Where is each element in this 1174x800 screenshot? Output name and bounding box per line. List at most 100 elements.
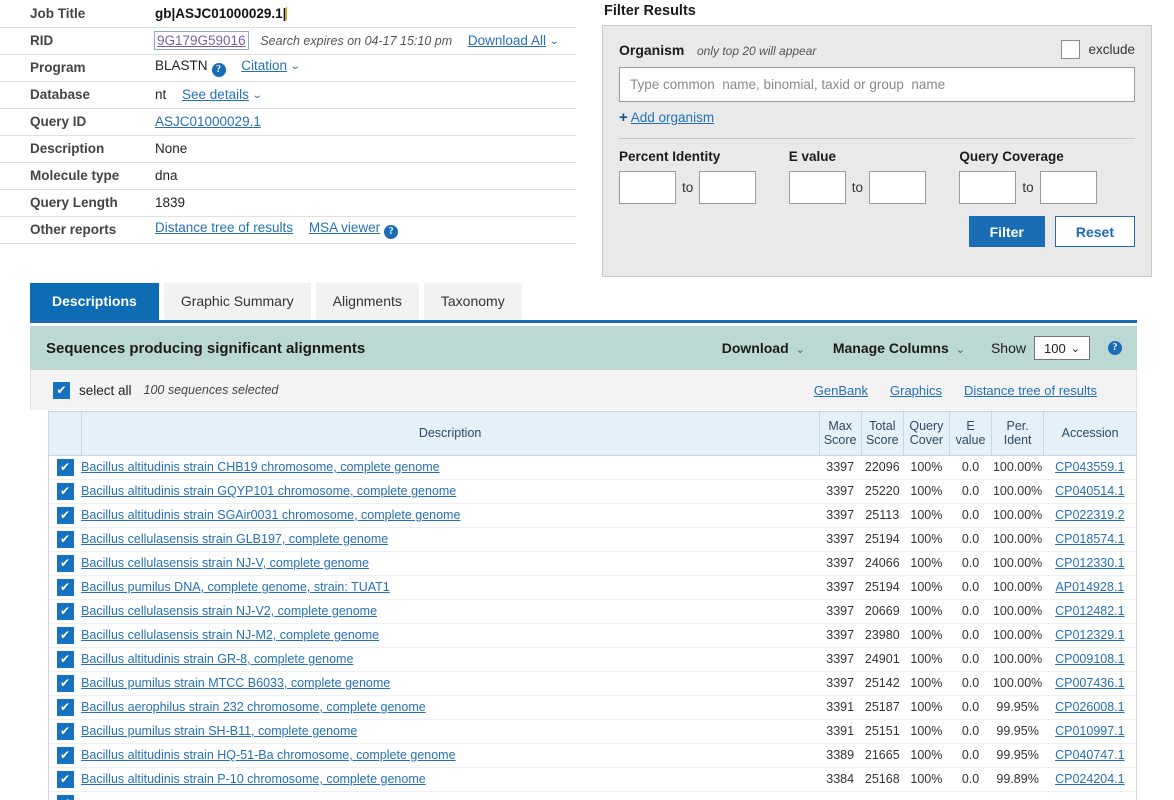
query-id-link[interactable]: ASJC01000029.1 [155,114,261,129]
chevron-down-icon[interactable]: ⌄ [252,90,263,101]
row-accession-link[interactable]: AP014928.1 [1055,580,1124,594]
row-accession-link[interactable]: CP018574.1 [1055,532,1125,546]
row-description-cell: Bacillus altitudinis strain P-10 chromos… [81,767,820,792]
row-accession-cell: CP043559.1 [1043,455,1136,480]
row-checkbox[interactable]: ✔ [56,482,74,500]
add-organism-link[interactable]: Add organism [631,110,714,125]
row-description-link[interactable]: Bacillus cellulasensis strain GLB197, co… [81,532,388,546]
row-checkbox[interactable]: ✔ [56,722,74,740]
job-info-table: Job Title gb|ASJC01000029.1| RID 9G179G5… [0,0,576,244]
show-count-select[interactable]: 100 ⌄ [1034,336,1090,360]
row-description-link[interactable]: Bacillus pumilus strain SH-B11, complete… [81,724,357,738]
evalue-from-input[interactable] [788,171,846,204]
filter-button[interactable]: Filter [968,216,1045,247]
tab-alignments[interactable]: Alignments [315,283,419,320]
row-accession-link[interactable]: CP010997.1 [1055,724,1125,738]
column-header-description[interactable]: Description [81,412,820,456]
row-accession-link[interactable]: CP012482.1 [1055,604,1125,618]
tab-graphic-summary[interactable]: Graphic Summary [163,283,311,320]
row-accession-link[interactable]: CP012330.1 [1055,556,1125,570]
row-description-cell: Bacillus altitudinis strain CHB19 chromo… [81,455,820,480]
row-checkbox[interactable]: ✔ [56,626,74,644]
column-header-max-score[interactable]: Max Score [819,412,862,456]
help-icon[interactable]: ? [211,63,226,77]
row-accession-link[interactable]: CP024204.1 [1055,772,1125,786]
percent-identity-group: Percent Identity to [619,149,789,204]
row-description-link[interactable]: Bacillus altitudinis strain CHB19 chromo… [81,460,440,474]
row-checkbox[interactable]: ✔ [56,770,74,788]
query-coverage-from-input[interactable] [959,171,1017,204]
row-description-link[interactable]: Bacillus cellulasensis strain NJ-V2, com… [81,604,377,618]
reset-button[interactable]: Reset [1054,216,1135,247]
table-row: ✔ Bacillus altitudinis strain SGAir0031 c… [49,503,1136,528]
row-checkbox[interactable]: ✔ [56,458,74,476]
row-checkbox[interactable]: ✔ [56,698,74,716]
evalue-to-input[interactable] [868,171,926,204]
organism-input[interactable] [619,67,1135,102]
table-row: ✔ Bacillus cellulasensis strain NJ-M2, co… [49,623,1136,648]
row-checkbox[interactable]: ✔ [56,554,74,572]
select-all-checkbox[interactable]: ✔ [53,381,70,399]
tab-descriptions[interactable]: Descriptions [30,283,159,320]
row-accession-link[interactable]: CP012329.1 [1055,628,1125,642]
row-checkbox[interactable]: ✔ [56,746,74,764]
column-header-e-value[interactable]: Evalue [949,412,993,456]
msa-viewer-link[interactable]: MSA viewer [309,220,380,235]
column-header-query-cover[interactable]: Query Cover [903,412,950,456]
row-query-cover: 100% [903,647,950,672]
row-description-link[interactable]: Bacillus pumilus strain MTCC B6033, comp… [81,676,390,690]
row-accession-link[interactable]: CP007436.1 [1055,676,1125,690]
percent-identity-from-input[interactable] [619,171,676,204]
add-organism-row[interactable]: + Add organism [619,109,1135,126]
column-header-accession[interactable]: Accession [1043,412,1136,456]
genbank-link[interactable]: GenBank [814,383,868,398]
see-details-link[interactable]: See details [182,87,249,102]
row-description-link[interactable]: Bacillus altitudinis strain GR-8, comple… [81,652,353,666]
row-checkbox[interactable]: ✔ [56,602,74,620]
table-row: ✔ [49,791,1136,800]
row-accession-link[interactable]: CP040514.1 [1055,484,1125,498]
row-accession-link[interactable]: CP043559.1 [1055,460,1125,474]
exclude-checkbox[interactable] [1061,40,1081,59]
row-description-link[interactable]: Bacillus cellulasensis strain NJ-M2, com… [81,628,379,642]
row-total-score: 23980 [861,623,904,648]
row-checkbox[interactable]: ✔ [56,674,74,692]
download-menu[interactable]: Download ⌄ [722,340,805,356]
citation-link[interactable]: Citation [241,58,287,73]
row-description-link[interactable]: Bacillus altitudinis strain SGAir0031 ch… [81,508,460,522]
row-accession-link[interactable]: CP022319.2 [1055,508,1125,522]
row-description-link[interactable]: Bacillus altitudinis strain P-10 chromos… [81,772,426,786]
graphics-link[interactable]: Graphics [890,383,942,398]
table-row: ✔ Bacillus altitudinis strain HQ-51-Ba ch… [49,743,1136,768]
row-description-link[interactable]: Bacillus cellulasensis strain NJ-V, comp… [81,556,369,570]
chevron-down-icon[interactable]: ⌄ [549,36,560,47]
help-icon[interactable]: ? [384,225,399,239]
row-description-link[interactable]: Bacillus altitudinis strain GQYP101 chro… [81,484,456,498]
row-checkbox[interactable]: ✔ [56,506,74,524]
row-checkbox[interactable]: ✔ [56,794,74,800]
row-checkbox[interactable]: ✔ [56,530,74,548]
manage-columns-menu[interactable]: Manage Columns ⌄ [833,340,965,356]
row-description-link[interactable]: Bacillus aerophilus strain 232 chromosom… [81,700,426,714]
download-all-link[interactable]: Download All [468,33,546,48]
help-icon[interactable]: ? [1108,341,1122,355]
query-coverage-to-input[interactable] [1039,171,1097,204]
row-accession-link[interactable]: CP009108.1 [1055,652,1125,666]
row-description-link[interactable]: Bacillus altitudinis strain HQ-51-Ba chr… [81,748,455,762]
tab-taxonomy[interactable]: Taxonomy [423,283,522,320]
row-checkbox[interactable]: ✔ [56,650,74,668]
distance-tree-link[interactable]: Distance tree of results [155,220,293,235]
rid-link[interactable]: 9G179G59016 [154,31,249,50]
row-query-cover: 100% [903,695,950,720]
percent-identity-to-input[interactable] [699,171,757,204]
distance-tree-results-link[interactable]: Distance tree of results [964,383,1097,398]
column-header-per-ident[interactable]: Per. Ident [991,412,1045,456]
row-description-link[interactable]: Bacillus pumilus DNA, complete genome, s… [81,580,390,594]
row-max-score: 3397 [819,527,862,552]
chevron-down-icon[interactable]: ⌄ [290,61,301,72]
row-accession-link[interactable]: CP040747.1 [1055,748,1125,762]
column-header-total-score[interactable]: Total Score [861,412,904,456]
row-accession-link[interactable]: CP026008.1 [1055,700,1125,714]
row-checkbox[interactable]: ✔ [56,578,74,596]
job-info-row-description: Description None [0,135,576,163]
